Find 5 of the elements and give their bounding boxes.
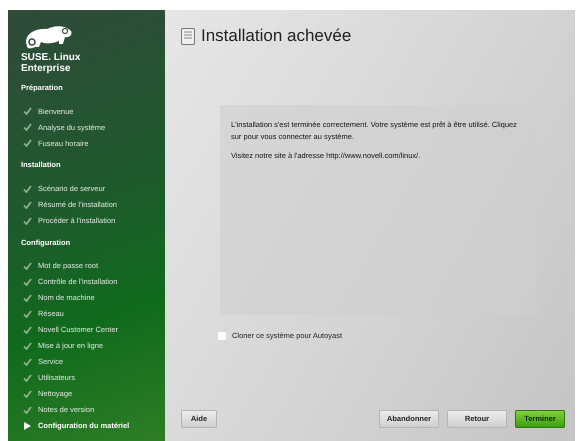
checkbox[interactable] [218, 332, 226, 340]
brand-name: SUSE. Linux Enterprise [21, 52, 82, 74]
document-icon [181, 28, 195, 44]
page-title: Installation achevée [201, 25, 352, 48]
play-arrow-icon [23, 422, 32, 430]
